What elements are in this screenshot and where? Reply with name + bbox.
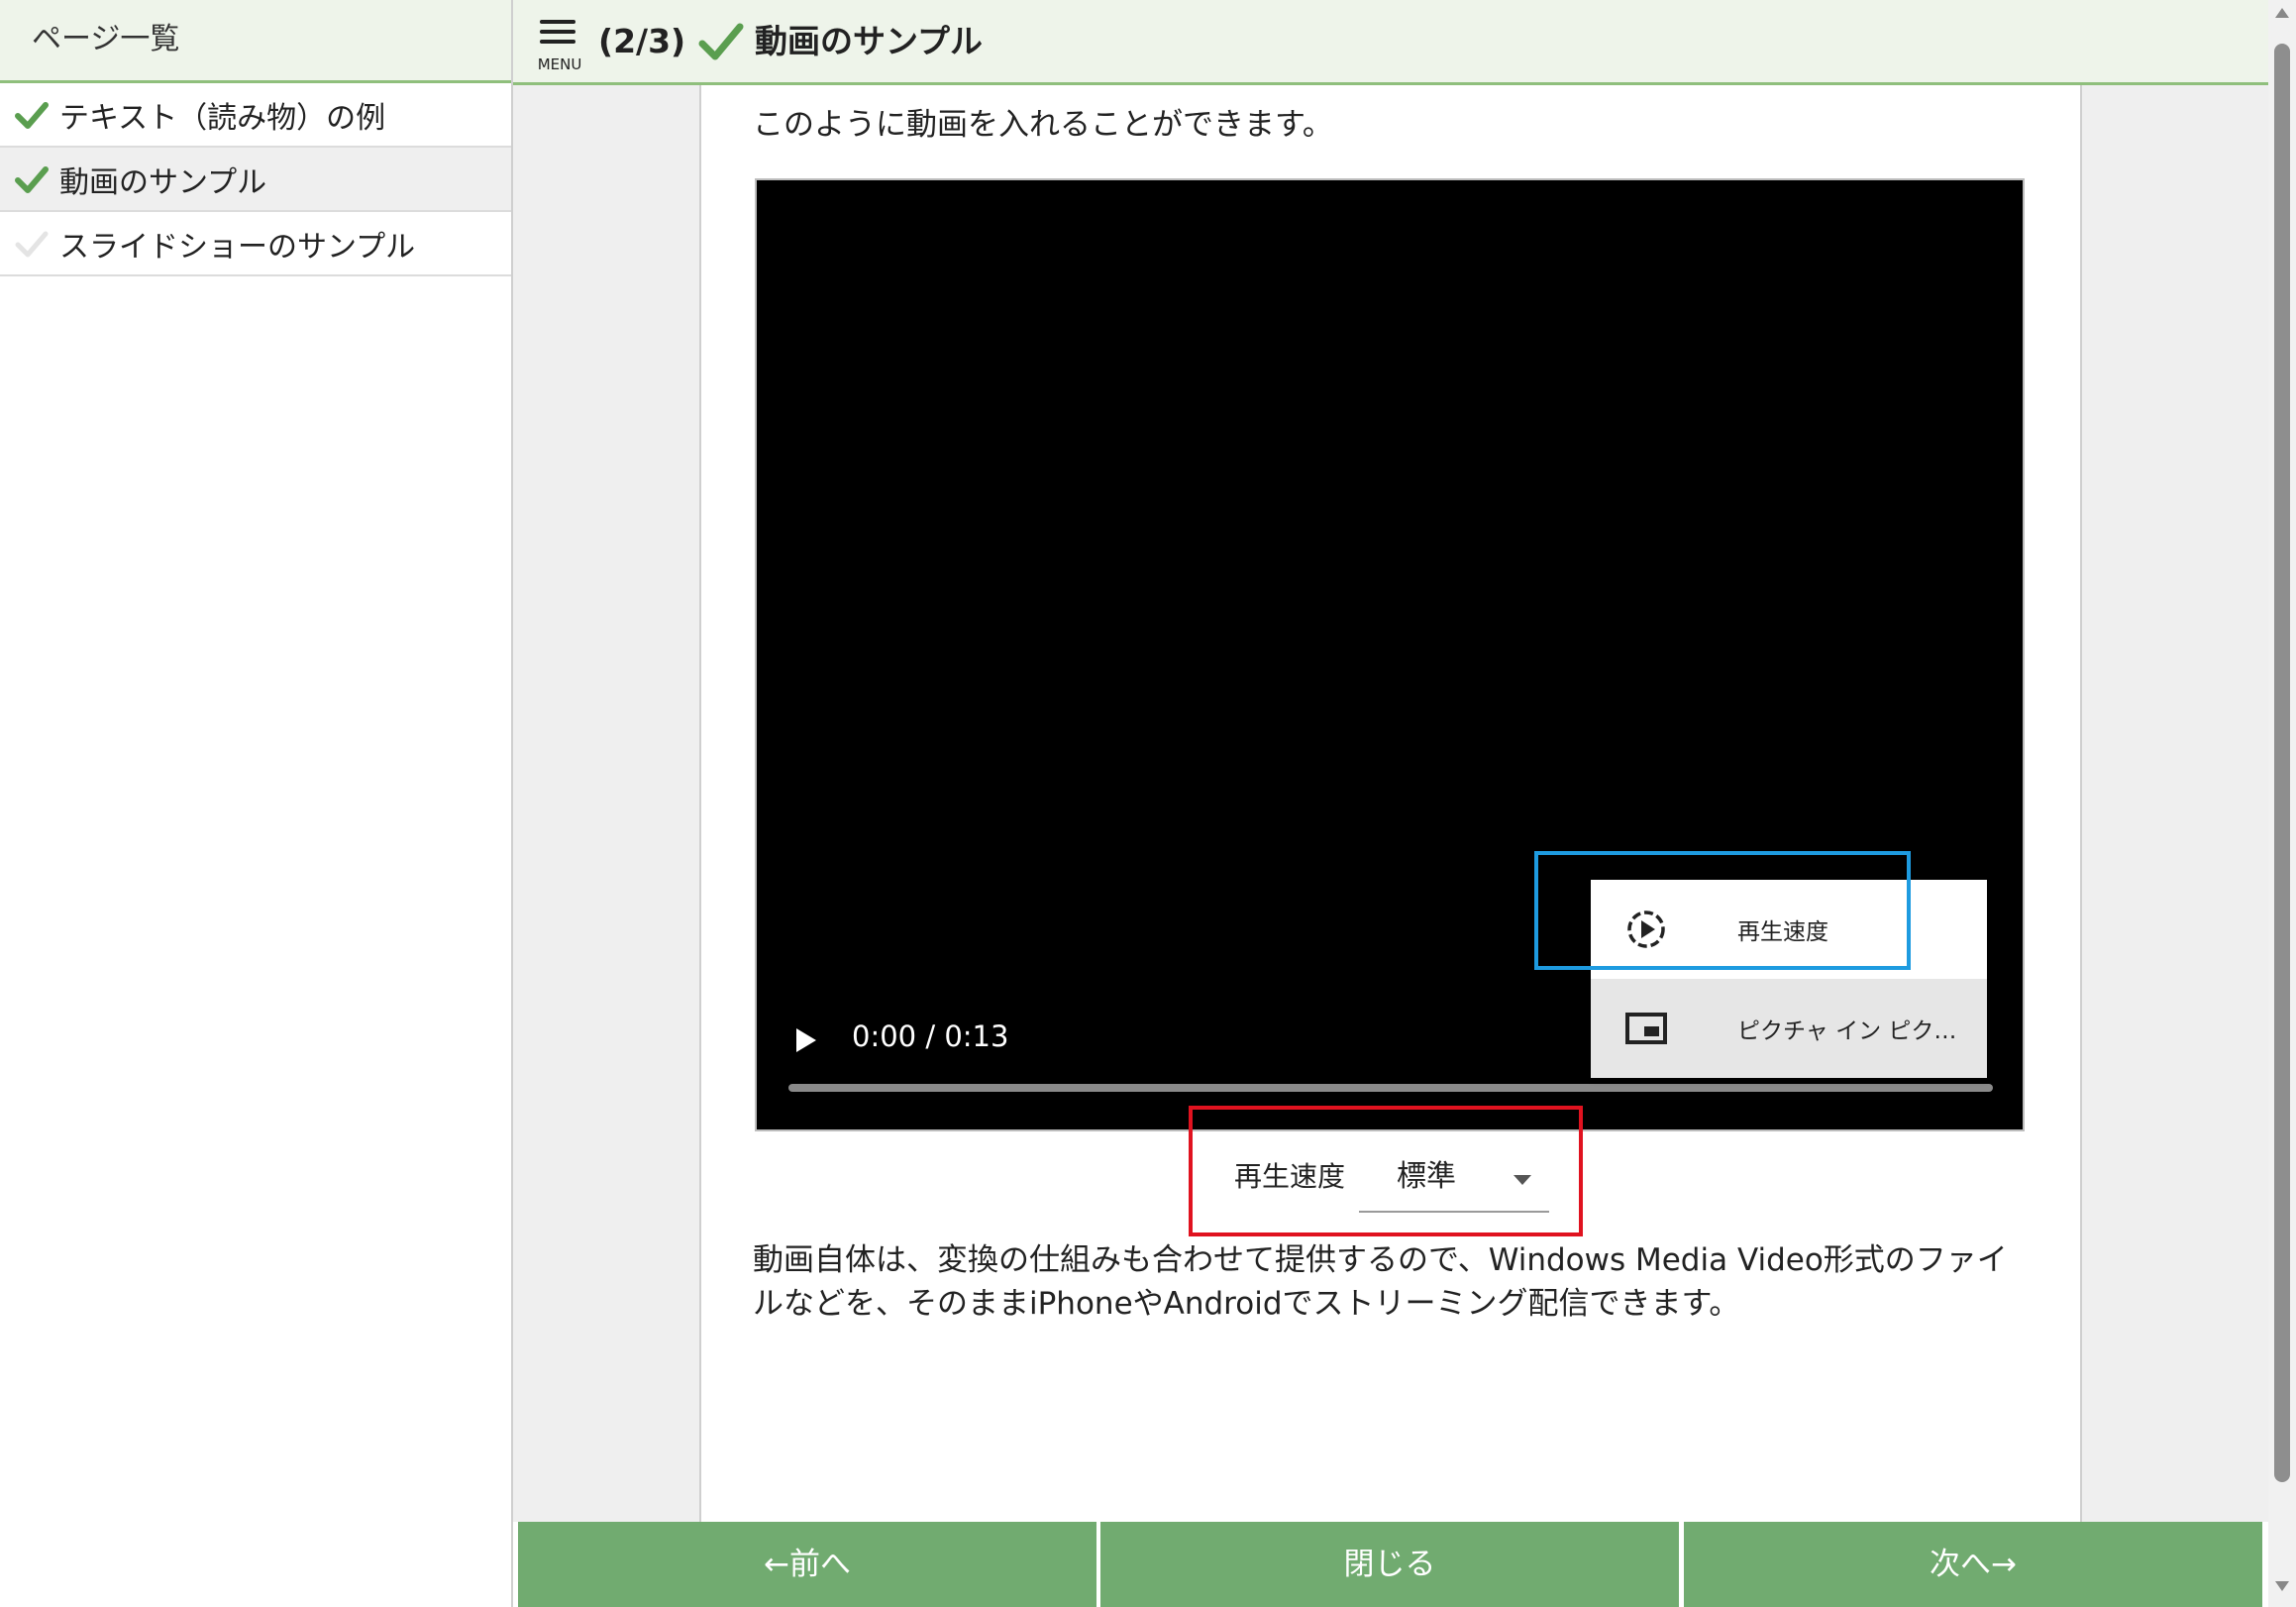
sidebar-item-label: 動画のサンプル <box>59 164 267 200</box>
scrollbar-thumb[interactable] <box>2274 44 2290 1482</box>
scroll-up-arrow-icon[interactable] <box>2275 8 2289 18</box>
hamburger-icon-bar <box>540 40 575 44</box>
prev-button[interactable]: ←前へ <box>518 1522 1096 1607</box>
scrollbar[interactable] <box>2268 0 2296 1607</box>
page-counter: (2/3) <box>598 22 686 60</box>
next-button[interactable]: 次へ→ <box>1684 1522 2262 1607</box>
dropdown-arrow-icon <box>1513 1175 1531 1185</box>
sidebar-header: ページ一覧 <box>0 0 511 83</box>
description-text: 動画自体は、変換の仕組みも合わせて提供するので、Windows Media Vi… <box>753 1242 2008 1322</box>
play-icon[interactable] <box>788 1022 820 1058</box>
sidebar: ページ一覧 テキスト（読み物）の例 動画のサンプル スライドショーのサンプル <box>0 0 513 1607</box>
video-options-menu: 再生速度 ピクチャ イン ピク… <box>1591 880 1987 1078</box>
sidebar-item-video-sample[interactable]: 動画のサンプル <box>0 148 511 212</box>
menu-item-playback-speed[interactable]: 再生速度 <box>1591 880 1987 979</box>
picture-in-picture-icon <box>1625 1013 1667 1044</box>
hamburger-icon-bar <box>540 30 575 34</box>
checkmark-icon <box>698 23 744 60</box>
menu-item-label: ピクチャ イン ピク… <box>1737 1018 1957 1044</box>
sidebar-item-text-reading[interactable]: テキスト（読み物）の例 <box>0 83 511 148</box>
checkmark-icon <box>15 165 49 193</box>
sidebar-item-label: テキスト（読み物）の例 <box>59 100 386 136</box>
checkmark-icon-inactive <box>15 231 49 257</box>
checkmark-icon <box>15 101 49 129</box>
video-player[interactable]: 0:00 / 0:13 再生速度 ピクチャ イン ピク… <box>755 178 2025 1131</box>
close-button[interactable]: 閉じる <box>1100 1522 1679 1607</box>
hamburger-icon <box>540 20 575 24</box>
menu-label: MENU <box>537 55 582 73</box>
scroll-down-arrow-icon[interactable] <box>2275 1581 2289 1591</box>
speed-select-value: 標準 <box>1397 1159 1456 1194</box>
top-bar: MENU (2/3) 動画のサンプル <box>513 0 2268 85</box>
speed-label: 再生速度 <box>1234 1160 1346 1193</box>
menu-item-label: 再生速度 <box>1737 919 1828 945</box>
video-time: 0:00 / 0:13 <box>852 1019 1009 1053</box>
menu-item-picture-in-picture[interactable]: ピクチャ イン ピク… <box>1591 979 1987 1078</box>
sidebar-item-label: スライドショーのサンプル <box>59 229 416 265</box>
speed-select[interactable]: 標準 <box>1359 1153 1549 1213</box>
menu-button[interactable]: MENU <box>529 14 590 77</box>
page-title: 動画のサンプル <box>755 22 984 60</box>
playback-speed-icon <box>1627 911 1665 948</box>
video-progress-bar[interactable] <box>788 1084 1993 1092</box>
sidebar-item-slideshow-sample[interactable]: スライドショーのサンプル <box>0 212 511 276</box>
intro-text: このように動画を入れることができます。 <box>753 107 1333 143</box>
